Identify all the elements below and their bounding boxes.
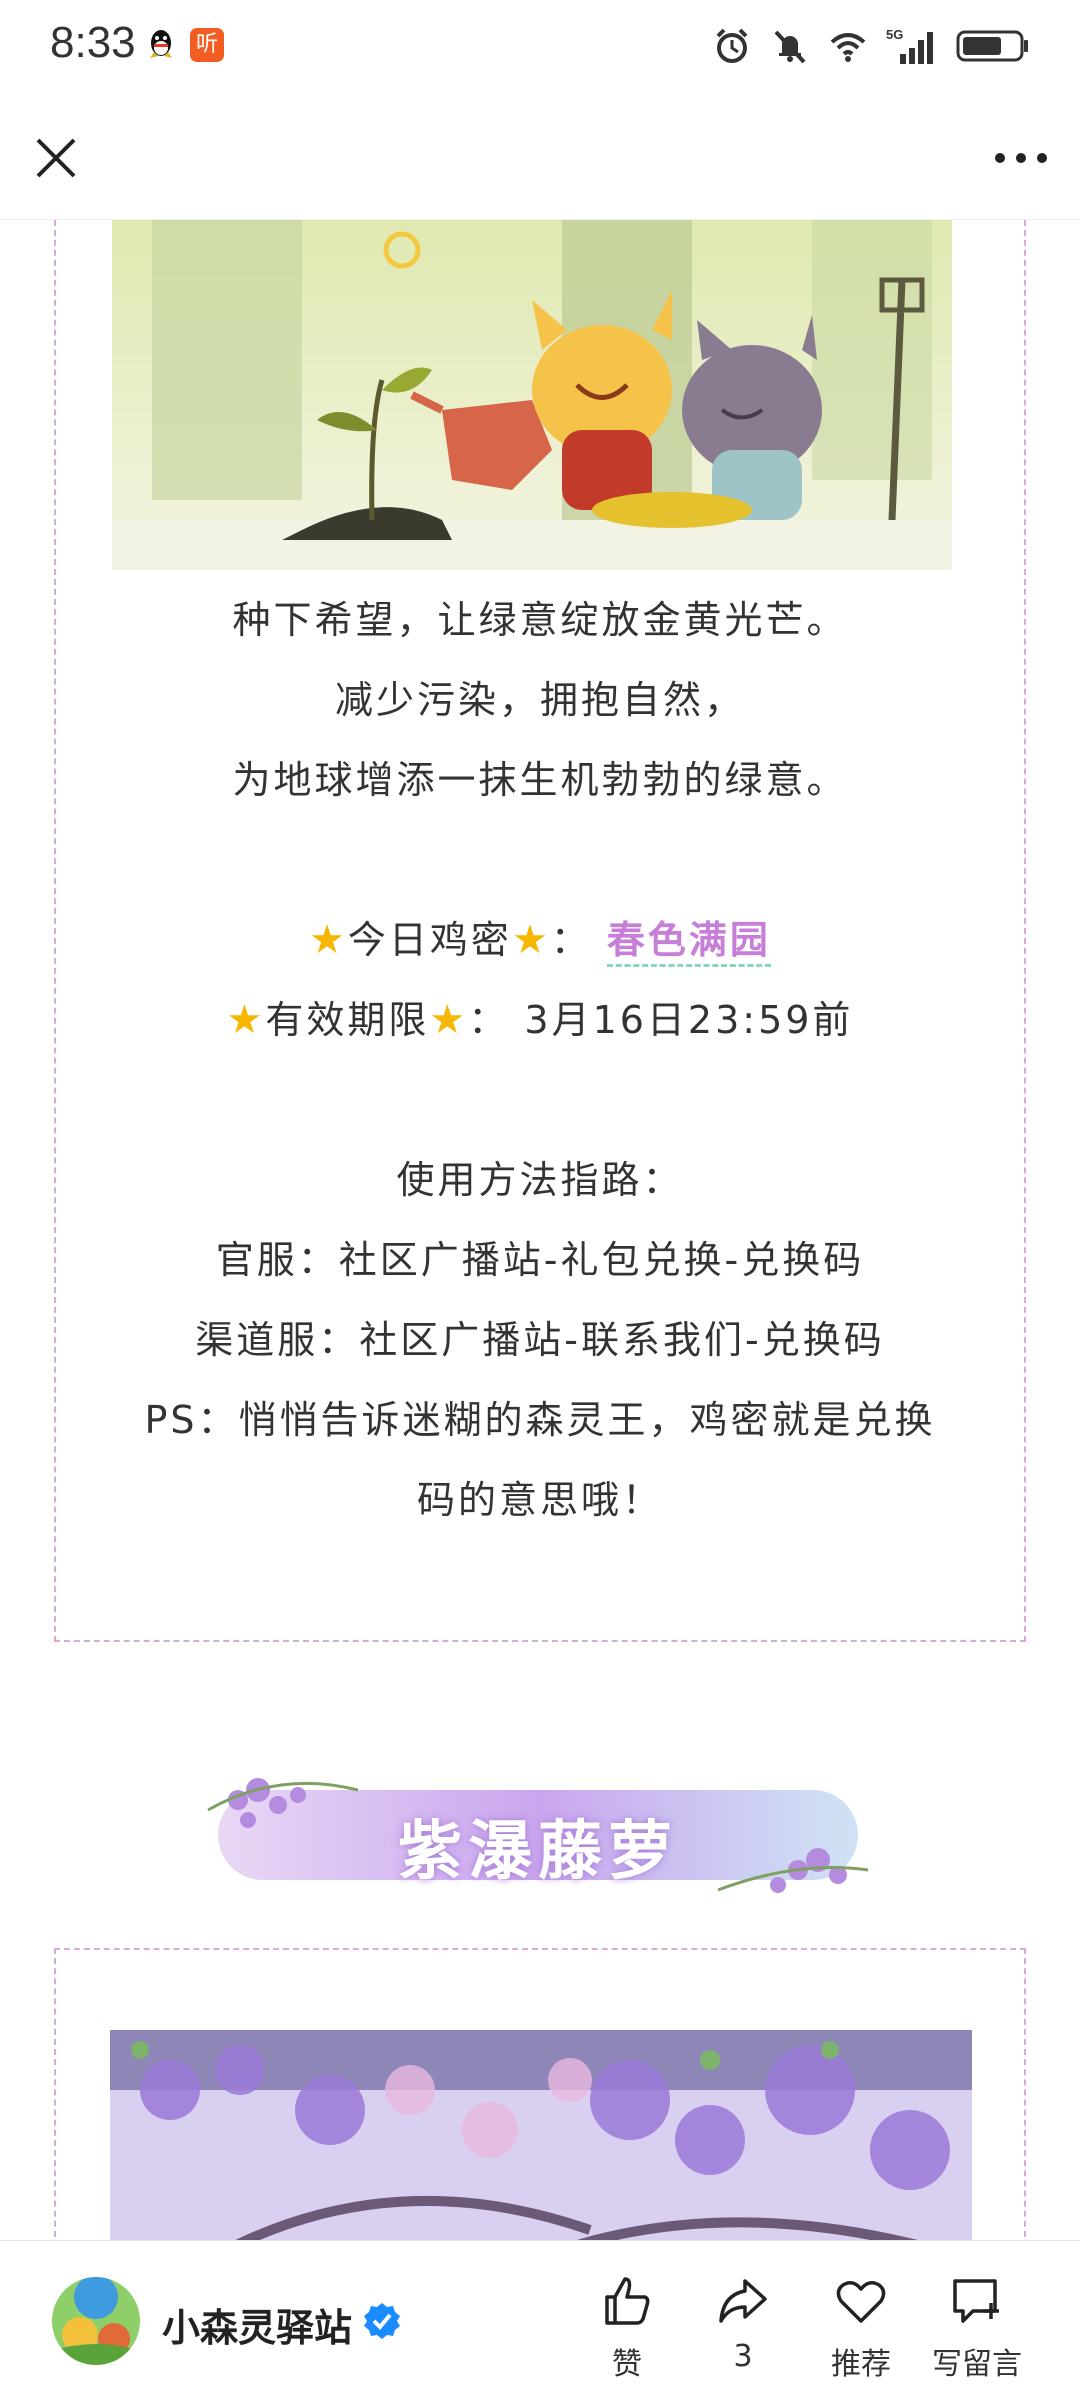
status-time: 8:33 <box>50 18 136 67</box>
comment-plus-icon <box>953 2279 999 2323</box>
body-line-2: 减少污染，拥抱自然， <box>334 678 745 722</box>
like-button[interactable]: 赞 <box>572 2273 682 2383</box>
content-card-2 <box>54 1948 1026 2240</box>
share-button[interactable]: 3 <box>688 2273 798 2374</box>
top-nav <box>0 90 1080 220</box>
ps-line-2: 码的意思哦！ <box>416 1478 663 1522</box>
article-text: 种下希望，让绿意绽放金黄光芒。 减少污染，拥抱自然， 为地球增添一抹生机勃勃的绿… <box>56 580 1024 1540</box>
bottom-bar: 小森灵驿站 赞 3 推荐 写留言 <box>0 2240 1080 2400</box>
thumbs-up-icon <box>605 2277 650 2325</box>
expiry-value: 3月16日23:59前 <box>524 998 854 1042</box>
share-count: 3 <box>733 2339 753 2374</box>
usage-title: 使用方法指路： <box>396 1158 684 1202</box>
battery-icon <box>956 30 1028 62</box>
usage-official: 官服：社区广播站-礼包兑换-兑换码 <box>215 1238 865 1282</box>
recommend-button[interactable]: 推荐 <box>806 2273 916 2383</box>
star-icon: ★ <box>309 917 348 963</box>
star-icon: ★ <box>226 997 266 1043</box>
expiry-line: ★有效期限★： 3月16日23:59前 <box>226 997 854 1043</box>
star-icon: ★ <box>511 917 551 963</box>
expiry-label: 有效期限 <box>265 998 430 1042</box>
usage-channel: 渠道服：社区广播站-联系我们-兑换码 <box>195 1318 885 1362</box>
avatar[interactable] <box>52 2277 140 2365</box>
listen-icon: 听 <box>190 28 224 62</box>
comment-label: 写留言 <box>932 2347 1022 2382</box>
status-icons: 5G <box>712 24 1030 68</box>
ps-line-1: PS：悄悄告诉迷糊的森灵王，鸡密就是兑换 <box>144 1398 936 1442</box>
body-line-3: 为地球增添一抹生机勃勃的绿意。 <box>232 758 848 802</box>
section-banner: 紫瀑藤萝 <box>198 1760 878 1910</box>
svg-text:5G: 5G <box>886 27 903 42</box>
code-line: ★今日鸡密★： 春色满园 <box>56 900 1024 980</box>
code-label: 今日鸡密 <box>347 918 512 962</box>
heart-icon <box>836 2281 886 2323</box>
close-icon[interactable] <box>28 130 84 186</box>
star-icon: ★ <box>429 997 469 1043</box>
more-icon[interactable] <box>988 130 1054 186</box>
recommend-label: 推荐 <box>831 2347 891 2382</box>
alarm-icon <box>716 28 748 63</box>
status-bar: 8:33 听 5G <box>0 0 1080 90</box>
qq-icon <box>150 30 172 58</box>
comment-button[interactable]: 写留言 <box>922 2273 1032 2383</box>
wisteria-illustration <box>110 2030 972 2240</box>
banner-title: 紫瀑藤萝 <box>398 1814 678 1889</box>
account-name[interactable]: 小森灵驿站 <box>162 2297 352 2352</box>
share-icon <box>719 2279 767 2323</box>
body-line-1: 种下希望，让绿意绽放金黄光芒。 <box>232 598 848 642</box>
mute-icon <box>774 30 806 64</box>
like-label: 赞 <box>612 2347 642 2382</box>
content-card: 种下希望，让绿意绽放金黄光芒。 减少污染，拥抱自然， 为地球增添一抹生机勃勃的绿… <box>54 220 1026 1642</box>
wifi-icon <box>830 33 866 62</box>
verified-icon <box>364 2303 400 2339</box>
code-value: 春色满园 <box>606 918 771 967</box>
forest-illustration <box>112 220 952 570</box>
5g-signal-icon: 5G <box>886 27 933 64</box>
article-content: 种下希望，让绿意绽放金黄光芒。 减少污染，拥抱自然， 为地球增添一抹生机勃勃的绿… <box>0 220 1080 2240</box>
